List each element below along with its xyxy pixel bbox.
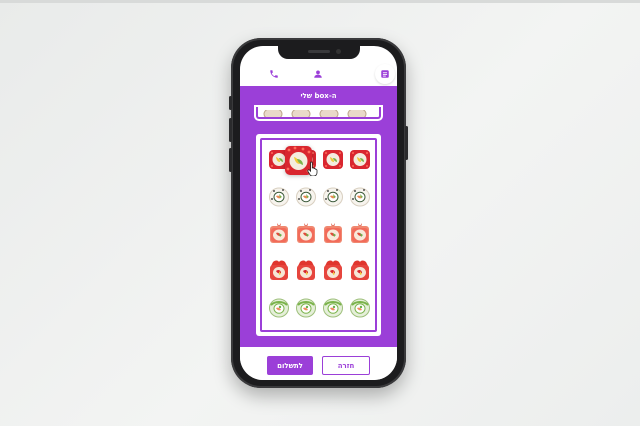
sushi-piece-green-roll[interactable] bbox=[268, 296, 290, 318]
sushi-piece-salmon-roll[interactable] bbox=[295, 222, 317, 244]
sushi-piece-green-roll[interactable] bbox=[295, 296, 317, 318]
volume-down-button bbox=[229, 148, 232, 172]
top-nav bbox=[240, 62, 397, 86]
volume-up-button bbox=[229, 118, 232, 142]
partial-roll-row bbox=[263, 107, 367, 117]
box-content-area[interactable] bbox=[240, 107, 397, 347]
sushi-piece-white-roll[interactable] bbox=[349, 185, 371, 207]
mute-switch bbox=[229, 96, 232, 110]
power-button bbox=[405, 126, 408, 160]
sushi-piece-white-roll[interactable] bbox=[295, 185, 317, 207]
sushi-piece-salmon-roll[interactable] bbox=[322, 222, 344, 244]
phone-notch bbox=[278, 46, 360, 59]
hand-cursor-icon bbox=[307, 161, 318, 176]
sushi-piece-white-roll[interactable] bbox=[322, 185, 344, 207]
sushi-piece-red-topped-roll[interactable] bbox=[295, 259, 317, 281]
sushi-piece-red-roll[interactable] bbox=[349, 148, 371, 170]
previous-box-edge bbox=[256, 107, 381, 119]
phone-mockup: ה-box שלי לתשלום חזרה bbox=[229, 38, 408, 388]
checkout-button[interactable]: לתשלום bbox=[267, 356, 313, 375]
box-list-icon[interactable] bbox=[375, 64, 395, 84]
sushi-piece-red-topped-roll[interactable] bbox=[268, 259, 290, 281]
sushi-piece-red-roll[interactable] bbox=[322, 148, 344, 170]
top-divider bbox=[0, 0, 640, 3]
sushi-piece-red-topped-roll[interactable] bbox=[322, 259, 344, 281]
sushi-piece-salmon-roll[interactable] bbox=[349, 222, 371, 244]
sushi-piece-salmon-roll[interactable] bbox=[268, 222, 290, 244]
user-icon[interactable] bbox=[310, 66, 326, 82]
sushi-piece-red-topped-roll[interactable] bbox=[349, 259, 371, 281]
phone-icon[interactable] bbox=[266, 66, 282, 82]
page-title: ה-box שלי bbox=[240, 86, 397, 107]
footer-actions: לתשלום חזרה bbox=[240, 347, 397, 380]
phone-screen: ה-box שלי לתשלום חזרה bbox=[240, 46, 397, 380]
sushi-piece-green-roll[interactable] bbox=[322, 296, 344, 318]
sushi-piece-white-roll[interactable] bbox=[268, 185, 290, 207]
sushi-piece-green-roll[interactable] bbox=[349, 296, 371, 318]
back-button[interactable]: חזרה bbox=[322, 356, 370, 375]
